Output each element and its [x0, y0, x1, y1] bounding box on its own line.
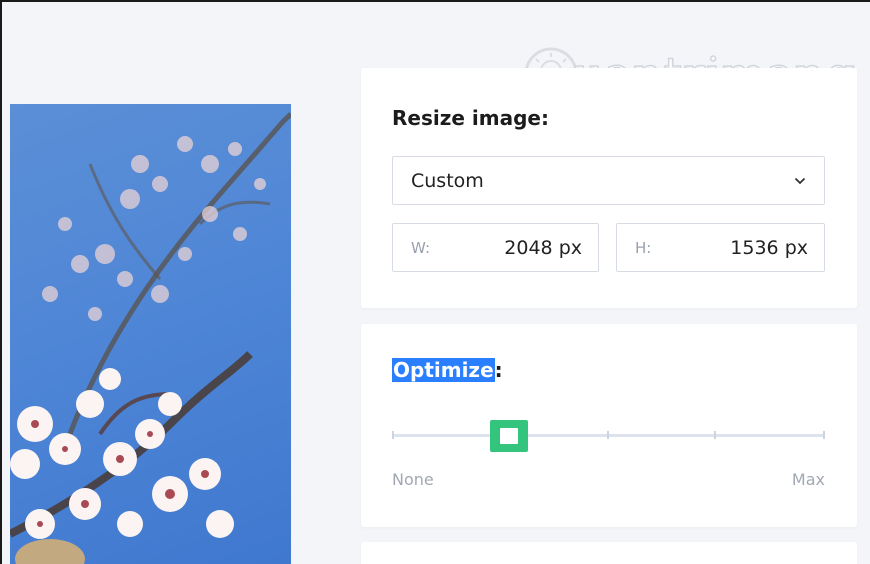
blossom-photo: [10, 112, 291, 564]
optimize-title-colon: :: [494, 358, 503, 382]
width-label: W:: [411, 238, 431, 257]
optimize-slider-thumb[interactable]: [489, 420, 528, 452]
resize-preset-select[interactable]: Custom: [392, 156, 825, 205]
width-value: 2048 px: [504, 236, 582, 259]
slider-thumb-inner: [499, 428, 518, 444]
optimize-title: Optimize:: [392, 358, 503, 382]
slider-tick: [714, 431, 716, 439]
width-field[interactable]: W: 2048 px: [392, 223, 599, 272]
slider-max-label: Max: [791, 470, 825, 489]
resize-title: Resize image:: [392, 106, 549, 130]
optimize-title-selected: Optimize: [392, 358, 495, 382]
slider-min-label: None: [392, 470, 434, 489]
slider-tick: [823, 431, 825, 439]
slider-tick: [392, 431, 394, 439]
image-preview: [10, 104, 291, 564]
chevron-down-icon: [792, 173, 808, 189]
optimize-panel: Optimize: None Max: [361, 324, 857, 527]
slider-tick: [607, 431, 609, 439]
height-value: 1536 px: [730, 236, 808, 259]
resize-panel: Resize image: Custom W: 2048 px H: 1536 …: [361, 68, 857, 308]
resize-preset-value: Custom: [411, 169, 484, 192]
height-field[interactable]: H: 1536 px: [616, 223, 825, 272]
height-label: H:: [635, 238, 652, 257]
optimize-slider-track[interactable]: [392, 431, 825, 439]
next-panel: [361, 542, 857, 564]
